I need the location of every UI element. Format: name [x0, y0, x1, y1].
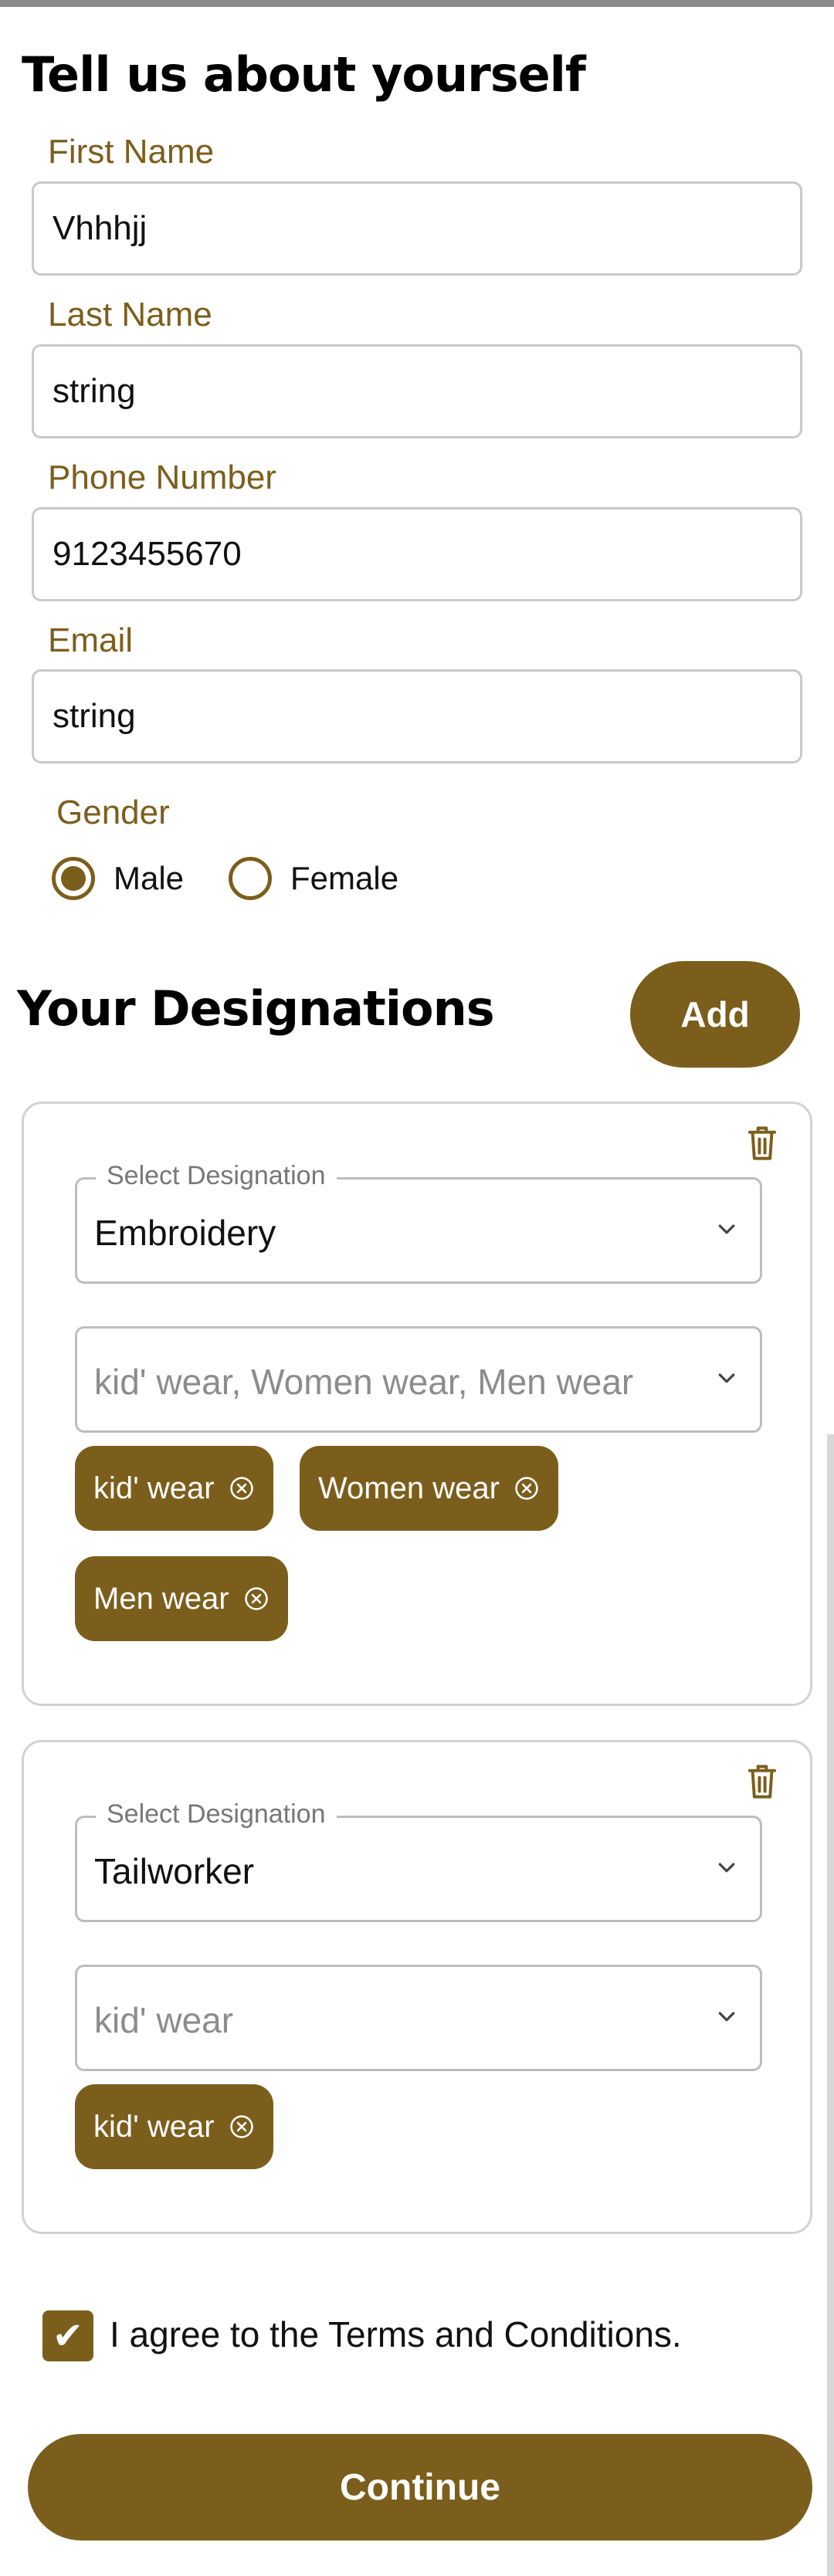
chip-label: kid' wear [93, 2109, 215, 2144]
radio-female-label: Female [290, 860, 399, 896]
email-label: Email [48, 621, 134, 659]
designation-select[interactable]: Select Designation Embroidery [75, 1161, 762, 1284]
chip-label: Women wear [318, 1471, 500, 1505]
continue-button[interactable]: Continue [28, 2434, 812, 2540]
category-chip[interactable]: Women wear [300, 1446, 558, 1531]
close-circle-icon[interactable] [243, 1586, 270, 1612]
chevron-down-icon[interactable] [715, 1857, 738, 1880]
scrollbar[interactable] [827, 1434, 834, 2576]
select-designation-legend: Select Designation [96, 1161, 337, 1191]
trash-icon[interactable] [745, 1762, 779, 1801]
first-name-field[interactable] [32, 181, 802, 276]
last-name-label: Last Name [48, 296, 212, 333]
designation-card: Select Designation Embroidery kid' wear,… [22, 1102, 812, 1706]
close-circle-icon[interactable] [229, 2114, 255, 2140]
radio-female[interactable] [229, 857, 272, 900]
chip-label: Men wear [93, 1581, 229, 1616]
add-designation-button[interactable]: Add [630, 961, 800, 1068]
checkmark-icon: ✔ [52, 2314, 84, 2358]
category-multiselect[interactable]: kid' wear, Women wear, Men wear [75, 1326, 762, 1433]
terms-label[interactable]: I agree to the Terms and Conditions. [110, 2314, 682, 2355]
email-input[interactable] [34, 672, 800, 761]
phone-label: Phone Number [48, 459, 276, 496]
first-name-input[interactable] [34, 184, 800, 273]
email-field[interactable] [32, 669, 802, 763]
top-status-strip [0, 0, 834, 7]
select-designation-legend: Select Designation [96, 1799, 337, 1830]
chevron-down-icon[interactable] [715, 1367, 738, 1390]
gender-label: Gender [56, 794, 170, 831]
category-chip[interactable]: Men wear [75, 1556, 288, 1641]
category-summary: kid' wear [94, 2000, 234, 2040]
designations-title: Your Designations [17, 980, 495, 1037]
category-chip[interactable]: kid' wear [75, 2084, 273, 2169]
phone-input[interactable] [34, 509, 800, 599]
close-circle-icon[interactable] [229, 1475, 255, 1501]
designation-value: Embroidery [94, 1213, 276, 1253]
last-name-field[interactable] [32, 344, 802, 438]
chevron-down-icon[interactable] [715, 2006, 738, 2029]
category-multiselect[interactable]: kid' wear [75, 1965, 762, 2071]
page-title: Tell us about yourself [22, 46, 586, 103]
terms-checkbox[interactable]: ✔ [42, 2310, 93, 2361]
category-chip[interactable]: kid' wear [75, 1446, 273, 1531]
radio-male[interactable] [52, 857, 95, 900]
chip-label: kid' wear [93, 1471, 215, 1505]
trash-icon[interactable] [745, 1124, 779, 1163]
chevron-down-icon[interactable] [715, 1218, 738, 1241]
gender-option-female[interactable]: Female [229, 857, 398, 900]
first-name-label: First Name [48, 133, 215, 171]
designation-value: Tailworker [94, 1851, 255, 1891]
close-circle-icon[interactable] [514, 1475, 540, 1501]
last-name-input[interactable] [34, 347, 800, 436]
designation-select[interactable]: Select Designation Tailworker [75, 1799, 762, 1922]
gender-option-male[interactable]: Male [52, 857, 184, 900]
phone-field[interactable] [32, 507, 802, 601]
category-summary: kid' wear, Women wear, Men wear [94, 1362, 634, 1402]
radio-male-label: Male [114, 860, 185, 896]
designation-card: Select Designation Tailworker kid' wear … [22, 1740, 812, 2234]
